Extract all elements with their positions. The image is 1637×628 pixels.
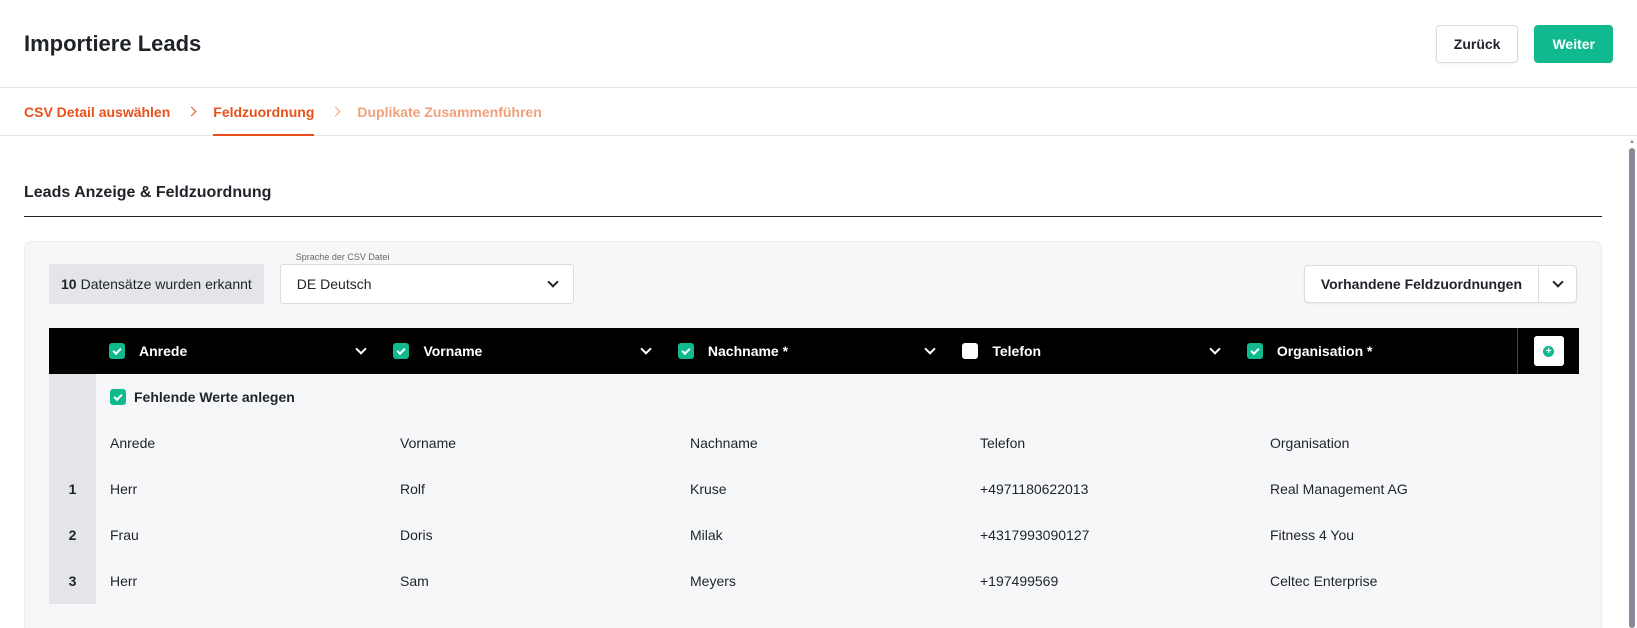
missing-values-checkbox[interactable]: [110, 389, 126, 405]
row-cells: Fehlende Werte anlegen: [96, 374, 1579, 420]
csv-header-cell: Telefon: [980, 435, 1026, 451]
column-checkbox[interactable]: [1246, 343, 1263, 359]
table-row: 2 Frau Doris Milak +4317993090127 Fitnes…: [49, 512, 1579, 558]
header-actions: Zurück Weiter: [1435, 24, 1613, 63]
csv-header-cell: Vorname: [400, 435, 457, 451]
table-cell: Herr: [110, 573, 138, 589]
toolbar-left: 10 Datensätze wurden erkannt Sprache der…: [49, 252, 574, 304]
step-merge-duplicates[interactable]: Duplikate Zusammenführen: [357, 88, 541, 135]
step-csv-detail[interactable]: CSV Detail auswählen: [24, 88, 170, 135]
chevron-down-icon: [547, 276, 559, 288]
column-header-left: Nachname *: [677, 343, 789, 359]
chevron-right-icon: [186, 88, 197, 135]
mapping-panel: 10 Datensätze wurden erkannt Sprache der…: [24, 241, 1602, 628]
scroll-up-arrow-icon[interactable]: ▲: [1629, 139, 1635, 145]
csv-header-cell: Anrede: [110, 435, 156, 451]
row-index: 2: [49, 512, 96, 558]
column-checkbox[interactable]: [677, 343, 694, 359]
table-cell: Rolf: [400, 481, 425, 497]
table-cell: +4317993090127: [980, 527, 1090, 543]
table-cell: Meyers: [690, 573, 736, 589]
table-row: 1 Herr Rolf Kruse +4971180622013 Real Ma…: [49, 466, 1579, 512]
add-column-area: +: [1517, 328, 1579, 374]
panel-toolbar: 10 Datensätze wurden erkannt Sprache der…: [49, 252, 1577, 304]
row-cells: Frau Doris Milak +4317993090127 Fitness …: [96, 512, 1579, 558]
missing-values-label: Fehlende Werte anlegen: [134, 389, 295, 405]
table-cell: Sam: [400, 573, 429, 589]
mapping-table: Anrede Vorname Nachname * Telefon Organi…: [49, 328, 1579, 604]
chevron-down-icon[interactable]: [924, 343, 937, 355]
record-count-badge: 10 Datensätze wurden erkannt: [49, 264, 264, 304]
column-header-anrede[interactable]: Anrede: [95, 343, 379, 359]
record-count: 10: [61, 276, 77, 292]
table-cell: Frau: [110, 527, 139, 543]
missing-values-toggle[interactable]: Fehlende Werte anlegen: [96, 374, 295, 420]
page-header: Importiere Leads Zurück Weiter: [0, 0, 1637, 88]
scrollbar-thumb[interactable]: [1629, 148, 1635, 628]
table-cell: Celtec Enterprise: [1270, 573, 1378, 589]
row-cells: Herr Sam Meyers +197499569 Celtec Enterp…: [96, 558, 1579, 604]
column-checkbox[interactable]: [393, 343, 410, 359]
language-select-label: Sprache der CSV Datei: [295, 252, 390, 262]
column-checkbox[interactable]: [962, 343, 979, 359]
table-cell: Kruse: [690, 481, 727, 497]
existing-mappings-button: Vorhandene Feldzuordnungen: [1303, 265, 1577, 303]
row-index: 1: [49, 466, 96, 512]
page-title: Importiere Leads: [24, 30, 202, 56]
main-content: Leads Anzeige & Feldzuordnung 10 Datensä…: [0, 184, 1637, 628]
language-select-value: DE Deutsch: [296, 276, 372, 292]
back-button[interactable]: Zurück: [1435, 24, 1519, 63]
chevron-down-icon[interactable]: [355, 343, 368, 355]
existing-mappings-dropdown[interactable]: [1538, 266, 1576, 302]
csv-header-cell: Nachname: [690, 435, 758, 451]
step-navigation: CSV Detail auswählen Feldzuordnung Dupli…: [0, 88, 1637, 136]
missing-values-row: Fehlende Werte anlegen: [49, 374, 1579, 420]
table-cell: Doris: [400, 527, 433, 543]
next-button[interactable]: Weiter: [1534, 24, 1613, 63]
row-index: 3: [49, 558, 96, 604]
table-cell: +197499569: [980, 573, 1059, 589]
column-label: Nachname *: [707, 343, 789, 359]
column-header-vorname[interactable]: Vorname: [379, 343, 663, 359]
chevron-down-icon: [1551, 276, 1564, 288]
chevron-right-icon: [330, 88, 341, 135]
existing-mappings-label[interactable]: Vorhandene Feldzuordnungen: [1305, 266, 1538, 302]
table-cell: Herr: [110, 481, 138, 497]
table-cell: Milak: [690, 527, 723, 543]
column-header-telefon[interactable]: Telefon: [948, 343, 1232, 359]
chevron-down-icon[interactable]: [640, 343, 652, 355]
table-cell: +4971180622013: [980, 481, 1089, 497]
table-cell: Real Management AG: [1270, 481, 1408, 497]
step-field-mapping[interactable]: Feldzuordnung: [213, 88, 315, 136]
section-title: Leads Anzeige & Feldzuordnung: [24, 184, 1602, 217]
table-cell: Fitness 4 You: [1270, 527, 1355, 543]
chevron-down-icon[interactable]: [1209, 343, 1221, 355]
column-header-left: Telefon: [962, 343, 1041, 359]
column-header-nachname[interactable]: Nachname *: [664, 343, 948, 359]
column-label: Organisation *: [1276, 343, 1373, 359]
table-row: 3 Herr Sam Meyers +197499569 Celtec Ente…: [49, 558, 1579, 604]
add-column-button[interactable]: +: [1533, 336, 1564, 366]
plus-circle-icon: +: [1543, 345, 1555, 357]
language-select[interactable]: DE Deutsch: [279, 264, 574, 304]
column-header-left: Vorname: [393, 343, 482, 359]
column-label: Vorname: [423, 343, 483, 359]
column-label: Anrede: [139, 343, 188, 359]
csv-header-cell: Organisation: [1270, 435, 1350, 451]
record-count-text: Datensätze wurden erkannt: [80, 276, 252, 292]
column-header-organisation[interactable]: Organisation *: [1233, 343, 1517, 359]
column-header-left: Organisation *: [1246, 343, 1373, 359]
table-header: Anrede Vorname Nachname * Telefon Organi…: [49, 328, 1579, 374]
row-index: [49, 374, 96, 420]
csv-header-row: Anrede Vorname Nachname Telefon Organisa…: [49, 420, 1579, 466]
column-checkbox[interactable]: [109, 343, 125, 359]
column-header-left: Anrede: [109, 343, 187, 359]
row-cells: Anrede Vorname Nachname Telefon Organisa…: [96, 420, 1579, 466]
row-cells: Herr Rolf Kruse +4971180622013 Real Mana…: [96, 466, 1579, 512]
column-label: Telefon: [992, 343, 1042, 359]
row-index: [49, 420, 96, 466]
language-select-wrapper: Sprache der CSV Datei DE Deutsch: [279, 252, 574, 304]
